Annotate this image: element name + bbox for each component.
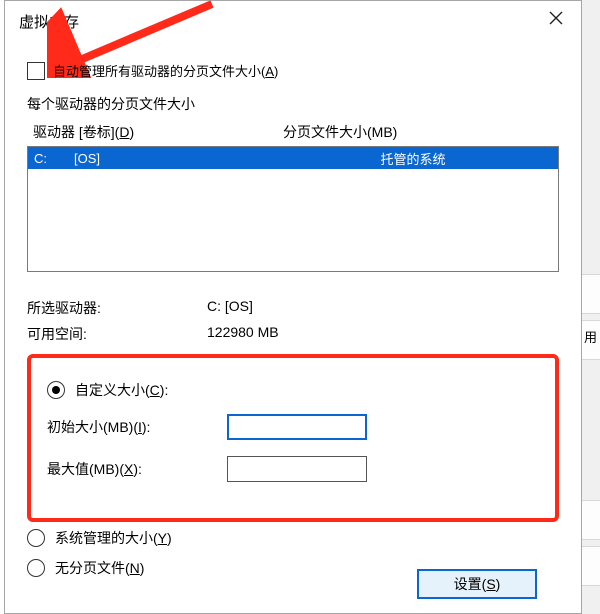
radio-dot-icon <box>52 386 60 394</box>
title-bar: 虚拟内存 <box>5 1 581 41</box>
window-title: 虚拟内存 <box>19 11 79 32</box>
system-managed-label: 系统管理的大小(Y) <box>55 528 172 548</box>
maximum-size-input[interactable] <box>227 456 367 482</box>
initial-size-row: 初始大小(MB)(I): <box>47 414 539 440</box>
maximum-size-label: 最大值(MB)(X): <box>47 459 227 479</box>
background-button-fragment <box>582 500 600 540</box>
set-button[interactable]: 设置(S) <box>417 569 537 599</box>
background-button-fragment <box>582 546 600 586</box>
background-label: 用 <box>584 327 597 346</box>
drive-column-header: 驱动器 [卷标](D) <box>33 122 283 142</box>
virtual-memory-dialog: 虚拟内存 自动管理所有驱动器的分页文件大小(A) 每个驱动器的分页文件大小 驱动… <box>4 0 582 614</box>
maximum-size-row: 最大值(MB)(X): <box>47 456 539 482</box>
background-button-fragment: 用 <box>582 320 600 360</box>
selected-drive-value: C: [OS] <box>207 298 559 318</box>
initial-size-label: 初始大小(MB)(I): <box>47 417 227 437</box>
selected-drive-label: 所选驱动器: <box>27 298 207 318</box>
no-pagefile-radio[interactable] <box>27 559 45 577</box>
initial-size-input[interactable] <box>227 414 367 440</box>
drive-info: 所选驱动器: C: [OS] 可用空间: 122980 MB <box>27 298 559 344</box>
no-pagefile-label: 无分页文件(N) <box>55 558 144 578</box>
close-icon <box>549 11 563 25</box>
custom-size-radio[interactable] <box>47 381 65 399</box>
system-managed-radio-row[interactable]: 系统管理的大小(Y) <box>27 528 559 548</box>
background-button-fragment <box>582 274 600 314</box>
drive-letter: C: <box>34 151 74 166</box>
pagefile-column-header: 分页文件大小(MB) <box>283 122 553 142</box>
custom-size-radio-row[interactable]: 自定义大小(C): <box>47 380 539 400</box>
per-drive-section-title: 每个驱动器的分页文件大小 <box>27 94 559 114</box>
custom-size-label: 自定义大小(C): <box>75 380 168 400</box>
free-space-value: 122980 MB <box>207 324 559 344</box>
drive-list-item[interactable]: C: [OS] 托管的系统 <box>28 147 558 169</box>
auto-manage-checkbox[interactable] <box>27 62 45 80</box>
drive-pagefile-status: 托管的系统 <box>274 149 552 168</box>
drive-list-header: 驱动器 [卷标](D) 分页文件大小(MB) <box>27 120 559 146</box>
free-space-label: 可用空间: <box>27 324 207 344</box>
button-row: 设置(S) <box>417 569 537 599</box>
drive-volume-label: [OS] <box>74 151 274 166</box>
drive-listbox[interactable]: C: [OS] 托管的系统 <box>27 146 559 272</box>
system-managed-radio[interactable] <box>27 529 45 547</box>
auto-manage-row[interactable]: 自动管理所有驱动器的分页文件大小(A) <box>27 61 559 80</box>
background-window-strip: 用 <box>581 0 600 614</box>
auto-manage-label: 自动管理所有驱动器的分页文件大小(A) <box>53 61 278 80</box>
close-button[interactable] <box>531 1 581 35</box>
custom-size-highlight-box: 自定义大小(C): 初始大小(MB)(I): 最大值(MB)(X): <box>27 354 559 522</box>
window-frame: 用 虚拟内存 自动管理所有驱动器的分页文件大小(A) 每个驱动器的分页文件大小 <box>0 0 600 614</box>
